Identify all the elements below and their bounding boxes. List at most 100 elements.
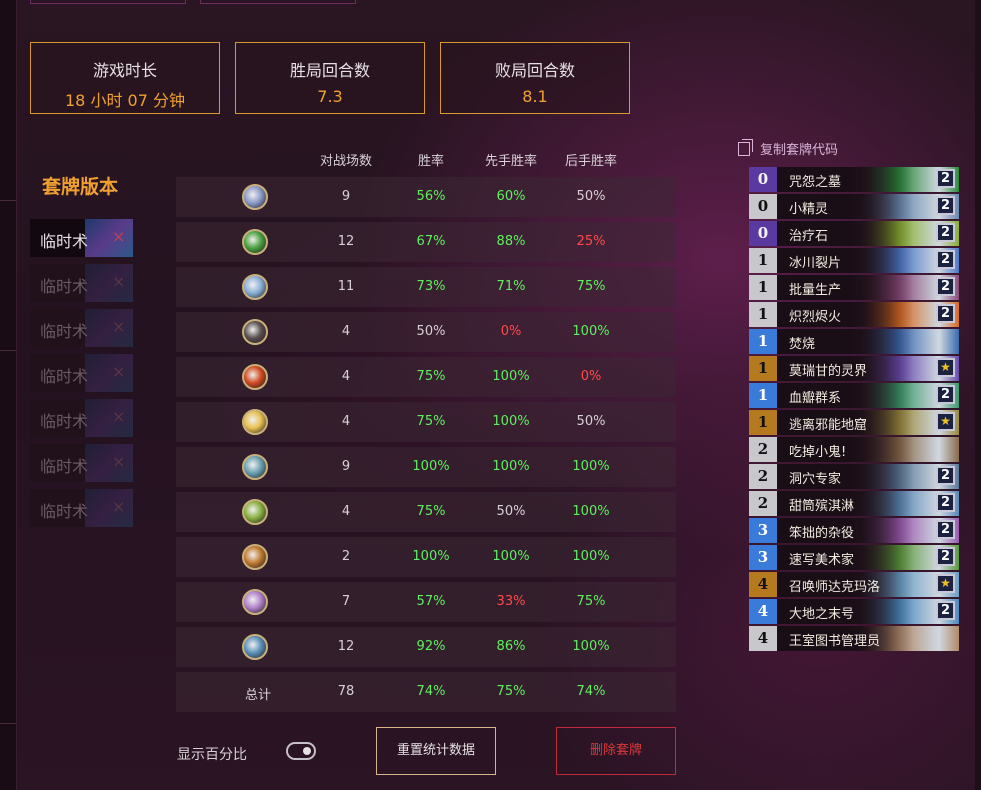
card-quantity: 2	[936, 169, 955, 188]
stat-value: 7.3	[317, 87, 343, 106]
table-cell: 7	[341, 594, 351, 609]
reset-stats-button[interactable]: 重置统计数据	[376, 727, 496, 775]
total-label: 总计	[244, 688, 271, 703]
deck-version-name: 临时术	[40, 502, 89, 521]
total-cell: 74%	[576, 684, 606, 699]
deck-version-item[interactable]: 临时术 ×	[30, 219, 133, 257]
stat-box: 败局回合数 8.1	[440, 42, 630, 114]
table-cell: 50%	[416, 324, 446, 339]
close-icon[interactable]: ×	[112, 407, 125, 426]
card-name: 治疗石	[789, 229, 829, 244]
top-tab-left[interactable]	[30, 0, 186, 4]
delete-deck-button[interactable]: 删除套牌	[556, 727, 676, 775]
copy-deck-code-button[interactable]: 复制套牌代码	[738, 139, 838, 158]
card-name: 咒怨之墓	[789, 175, 842, 190]
close-icon[interactable]: ×	[112, 497, 125, 516]
deck-card[interactable]: 0 小精灵 2	[749, 194, 959, 219]
card-cost: 3	[749, 518, 777, 543]
deck-version-item[interactable]: 临时术 ×	[30, 264, 133, 302]
priest-icon	[242, 409, 268, 435]
card-quantity: 2	[936, 385, 955, 404]
deck-card[interactable]: 1 炽烈烬火 2	[749, 302, 959, 327]
card-name: 逃离邪能地窟	[789, 418, 868, 433]
deck-card[interactable]: 4 大地之末号 2	[749, 599, 959, 624]
table-cell: 100%	[572, 639, 610, 654]
card-quantity: 2	[936, 304, 955, 323]
table-row: 12 92% 86% 100%	[176, 627, 676, 667]
card-name: 莫瑞甘的灵界	[789, 364, 868, 379]
table-row: 7 57% 33% 75%	[176, 582, 676, 622]
deck-version-item[interactable]: 临时术 ×	[30, 399, 133, 437]
table-cell: 100%	[572, 504, 610, 519]
deck-version-art	[85, 219, 133, 257]
deck-version-item[interactable]: 临时术 ×	[30, 309, 133, 347]
card-cost: 0	[749, 167, 777, 192]
card-quantity: 2	[936, 250, 955, 269]
deck-card[interactable]: 3 笨拙的杂役 2	[749, 518, 959, 543]
stat-box: 游戏时长 18 小时 07 分钟	[30, 42, 220, 114]
shaman-icon	[242, 454, 268, 480]
card-quantity: 2	[936, 601, 955, 620]
deck-card[interactable]: 0 治疗石 2	[749, 221, 959, 246]
close-icon[interactable]: ×	[112, 227, 125, 246]
deck-version-title: 套牌版本	[42, 176, 119, 198]
card-name: 王室图书管理员	[789, 634, 881, 649]
deck-version-name: 临时术	[40, 367, 89, 386]
deck-card[interactable]: 3 速写美术家 2	[749, 545, 959, 570]
table-cell: 9	[341, 189, 351, 204]
card-cost: 3	[749, 545, 777, 570]
deck-card[interactable]: 4 召唤师达克玛洛 ★	[749, 572, 959, 597]
table-cell: 88%	[496, 234, 526, 249]
table-cell: 4	[341, 414, 351, 429]
edge-divider	[0, 723, 16, 724]
table-cell: 9	[341, 459, 351, 474]
deck-card[interactable]: 1 批量生产 2	[749, 275, 959, 300]
deck-card[interactable]: 1 血瓣群系 2	[749, 383, 959, 408]
card-cost: 1	[749, 329, 777, 354]
stat-value: 8.1	[522, 87, 548, 106]
deck-version-name: 临时术	[40, 277, 89, 296]
card-art	[859, 437, 959, 462]
deck-version-item[interactable]: 临时术 ×	[30, 444, 133, 482]
deck-card[interactable]: 2 洞穴专家 2	[749, 464, 959, 489]
close-icon[interactable]: ×	[112, 317, 125, 336]
deck-card[interactable]: 0 咒怨之墓 2	[749, 167, 959, 192]
deck-card[interactable]: 1 逃离邪能地窟 ★	[749, 410, 959, 435]
card-cost: 4	[749, 572, 777, 597]
deck-version-item[interactable]: 临时术 ×	[30, 489, 133, 527]
deck-card[interactable]: 2 甜筒殡淇淋 2	[749, 491, 959, 516]
card-quantity: 2	[936, 277, 955, 296]
deck-card[interactable]: 1 焚烧	[749, 329, 959, 354]
table-cell: 100%	[412, 459, 450, 474]
deck-version-name: 临时术	[40, 457, 89, 476]
card-cost: 4	[749, 626, 777, 651]
table-cell: 25%	[576, 234, 606, 249]
table-cell: 92%	[416, 639, 446, 654]
stat-label: 败局回合数	[494, 61, 575, 80]
deck-card[interactable]: 1 冰川裂片 2	[749, 248, 959, 273]
table-row: 9 56% 60% 50%	[176, 177, 676, 217]
close-icon[interactable]: ×	[112, 272, 125, 291]
table-cell: 50%	[496, 504, 526, 519]
deck-version-name: 临时术	[40, 412, 89, 431]
table-cell: 86%	[496, 639, 526, 654]
show-percentage-toggle[interactable]	[286, 742, 316, 760]
deck-card[interactable]: 4 王室图书管理员	[749, 626, 959, 651]
deck-card[interactable]: 2 吃掉小鬼!	[749, 437, 959, 462]
table-cell: 75%	[416, 414, 446, 429]
close-icon[interactable]: ×	[112, 452, 125, 471]
close-icon[interactable]: ×	[112, 362, 125, 381]
table-row: 2 100% 100% 100%	[176, 537, 676, 577]
column-header: 后手胜率	[564, 154, 617, 169]
druid-icon	[242, 229, 268, 255]
table-cell: 100%	[572, 549, 610, 564]
deck-version-art	[85, 354, 133, 392]
top-tab-right[interactable]	[200, 0, 356, 4]
deck-version-item[interactable]: 临时术 ×	[30, 354, 133, 392]
table-row: 4 75% 50% 100%	[176, 492, 676, 532]
edge-divider	[0, 200, 16, 201]
card-name: 召唤师达克玛洛	[789, 580, 881, 595]
deck-card[interactable]: 1 莫瑞甘的灵界 ★	[749, 356, 959, 381]
table-cell: 57%	[416, 594, 446, 609]
card-cost: 2	[749, 464, 777, 489]
